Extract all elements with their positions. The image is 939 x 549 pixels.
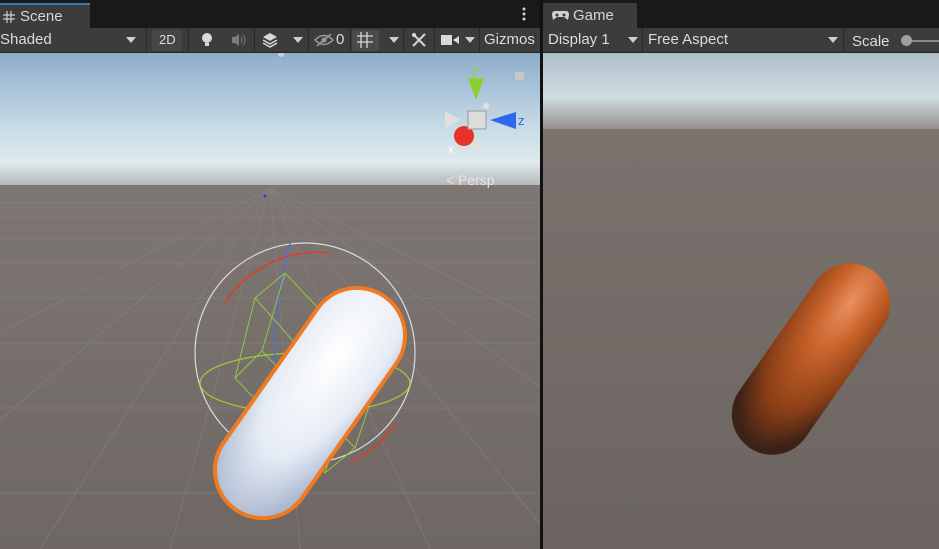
effects-layers-icon[interactable]: [262, 32, 278, 48]
hidden-objects-icon[interactable]: [314, 33, 334, 47]
axis-label-x: x: [448, 142, 454, 156]
chevron-down-icon: [126, 37, 136, 43]
scene-toolbar: Shaded 2D 0 Gizmos: [0, 28, 540, 53]
game-canvas: [543, 53, 939, 549]
lock-icon[interactable]: [515, 72, 524, 80]
toggle-2d-button[interactable]: 2D: [152, 30, 182, 51]
grid-hash-icon: [3, 10, 15, 23]
axis-label-z: z: [518, 113, 525, 128]
tab-scene[interactable]: Scene: [0, 3, 90, 28]
tab-game-label: Game: [573, 7, 614, 24]
hidden-count: 0: [336, 31, 345, 48]
scene-tabbar: Scene: [0, 0, 540, 28]
chevron-down-icon[interactable]: [465, 37, 475, 43]
gizmos-dropdown[interactable]: Gizmos: [484, 28, 535, 52]
grid-toggle-button[interactable]: [352, 30, 379, 51]
scene-viewport[interactable]: y z x < Persp: [0, 53, 540, 549]
game-viewport[interactable]: [543, 53, 939, 549]
chevron-down-icon[interactable]: [628, 37, 638, 43]
display-dropdown[interactable]: Display 1: [548, 28, 610, 52]
scale-slider-handle[interactable]: [901, 35, 912, 46]
game-toolbar: Display 1 Free Aspect Scale: [543, 28, 939, 53]
projection-label[interactable]: Persp: [458, 172, 495, 188]
axis-label-y: y: [472, 62, 479, 77]
camera-icon[interactable]: [441, 33, 459, 47]
audio-toggle-icon[interactable]: [231, 33, 247, 47]
chevron-down-icon[interactable]: [828, 37, 838, 43]
tools-icon[interactable]: [411, 32, 427, 48]
tab-game[interactable]: Game: [543, 3, 637, 28]
gamepad-icon: [552, 11, 569, 20]
shading-mode-dropdown[interactable]: Shaded: [0, 28, 52, 52]
chevron-down-icon[interactable]: [293, 37, 303, 43]
aspect-dropdown[interactable]: Free Aspect: [648, 28, 728, 52]
svg-text:<: <: [446, 172, 454, 188]
grid-snap-icon: [357, 32, 373, 48]
kebab-menu-icon[interactable]: [521, 7, 527, 21]
scale-label: Scale: [852, 33, 890, 50]
chevron-down-icon[interactable]: [389, 37, 399, 43]
lighting-toggle-icon[interactable]: [200, 32, 214, 48]
scene-canvas: y z x < Persp: [0, 53, 540, 549]
game-tabbar: Game: [543, 0, 939, 28]
tab-scene-label: Scene: [20, 8, 63, 25]
